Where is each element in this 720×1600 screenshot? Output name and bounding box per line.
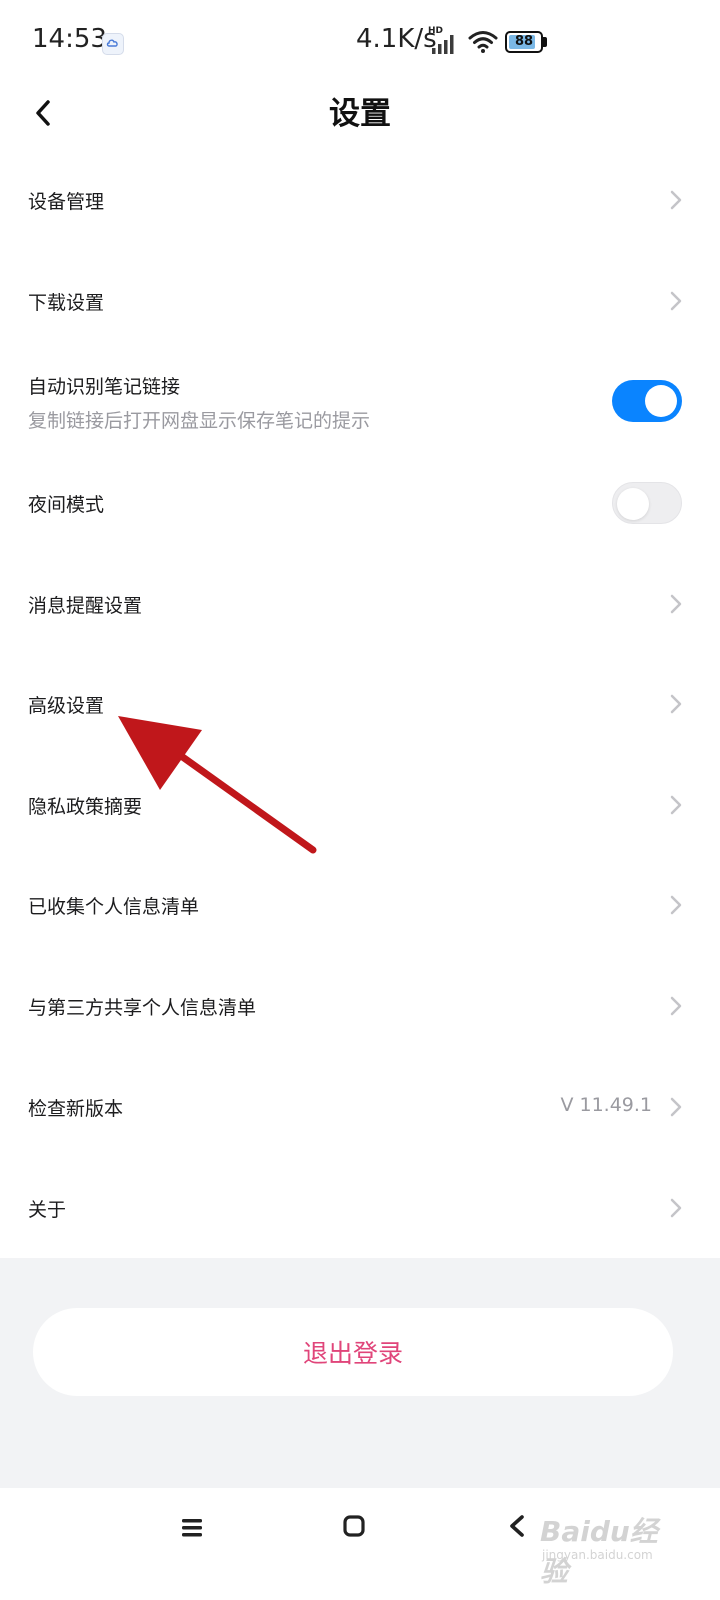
annotation-arrow [118, 716, 317, 854]
